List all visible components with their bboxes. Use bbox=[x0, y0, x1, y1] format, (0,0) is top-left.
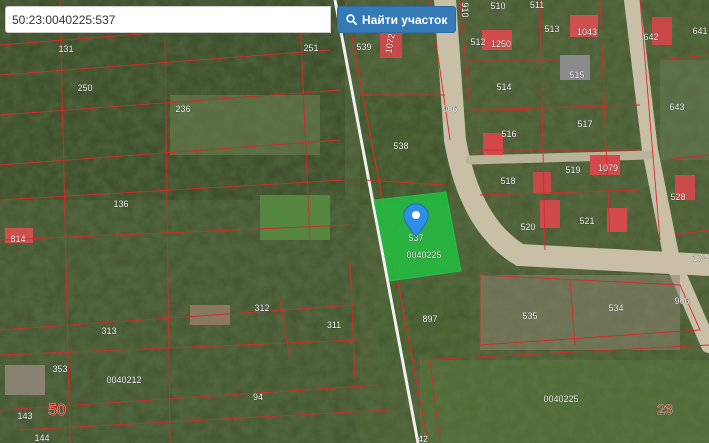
cadastral-district-label: 50 bbox=[48, 402, 66, 419]
parcel-label: 1079 bbox=[598, 163, 618, 173]
parcel-label: 313 bbox=[101, 326, 116, 336]
parcel-label: 538 bbox=[393, 141, 408, 151]
cadastral-quarter-label: 23 bbox=[657, 401, 673, 417]
parcel-label: 906 bbox=[674, 296, 689, 306]
parcel-label: 643 bbox=[669, 102, 684, 112]
parcel-label: 131 bbox=[58, 44, 73, 54]
parcel-label: 42 bbox=[418, 434, 428, 443]
find-parcel-label: Найти участок bbox=[362, 12, 448, 27]
find-parcel-button[interactable]: Найти участок bbox=[337, 6, 457, 33]
parcel-label: 0040225 bbox=[543, 394, 578, 404]
parcel-label: 515 bbox=[569, 70, 584, 80]
parcel-label: 521 bbox=[579, 216, 594, 226]
parcel-label: 814 bbox=[10, 234, 25, 244]
cadastral-number-input[interactable] bbox=[5, 6, 331, 33]
parcel-label: 144 bbox=[34, 433, 49, 443]
parcel-label: 143 bbox=[17, 411, 32, 421]
parcel-label: 642 bbox=[643, 32, 658, 42]
parcel-label: 514 bbox=[496, 82, 511, 92]
parcel-label: 94 bbox=[253, 392, 263, 402]
parcel-label: 510 bbox=[490, 1, 505, 11]
parcel-label: 535 bbox=[522, 311, 537, 321]
parcel-label: 236 bbox=[175, 104, 190, 114]
parcel-label: 511 bbox=[530, 0, 544, 10]
bare-ground bbox=[480, 275, 680, 350]
parcel-label: 1250 bbox=[491, 39, 511, 49]
parcel-label: 512 bbox=[470, 37, 485, 47]
search-icon bbox=[346, 14, 357, 25]
parcel-label: 539 bbox=[356, 42, 371, 52]
selected-parcel-block: 0040225 bbox=[406, 250, 441, 260]
parcel-label: 136 bbox=[113, 199, 128, 209]
parcel-label: 311 bbox=[327, 320, 341, 330]
parcel-label: 353 bbox=[52, 364, 67, 374]
parcel-label: 518 bbox=[500, 176, 515, 186]
parcel-label: 906 bbox=[442, 104, 457, 114]
parcel-label: 1043 bbox=[577, 27, 597, 37]
parcel-label: 517 bbox=[577, 119, 592, 129]
parcel-label: 519 bbox=[565, 165, 580, 175]
parcel-label: 312 bbox=[254, 303, 269, 313]
parcel-label: 0040212 bbox=[106, 375, 141, 385]
parcel-label: 528 bbox=[670, 192, 685, 202]
parcel-label: 910 bbox=[460, 2, 470, 17]
satellite-map[interactable]: 131 251 250 236 136 814 312 313 311 353 … bbox=[0, 0, 709, 443]
parcel-label: 251 bbox=[303, 43, 318, 53]
parcel-label: 897 bbox=[422, 314, 437, 324]
parcel-label: 520 bbox=[520, 222, 535, 232]
parcel-label: 516 bbox=[501, 129, 516, 139]
parcel-label: 513 bbox=[544, 24, 559, 34]
parcel-label: 174 bbox=[692, 253, 707, 263]
search-bar: Найти участок bbox=[5, 6, 457, 33]
parcel-label: 250 bbox=[77, 83, 92, 93]
parcel-label: 534 bbox=[608, 303, 623, 313]
parcel-label: 641 bbox=[692, 26, 707, 36]
